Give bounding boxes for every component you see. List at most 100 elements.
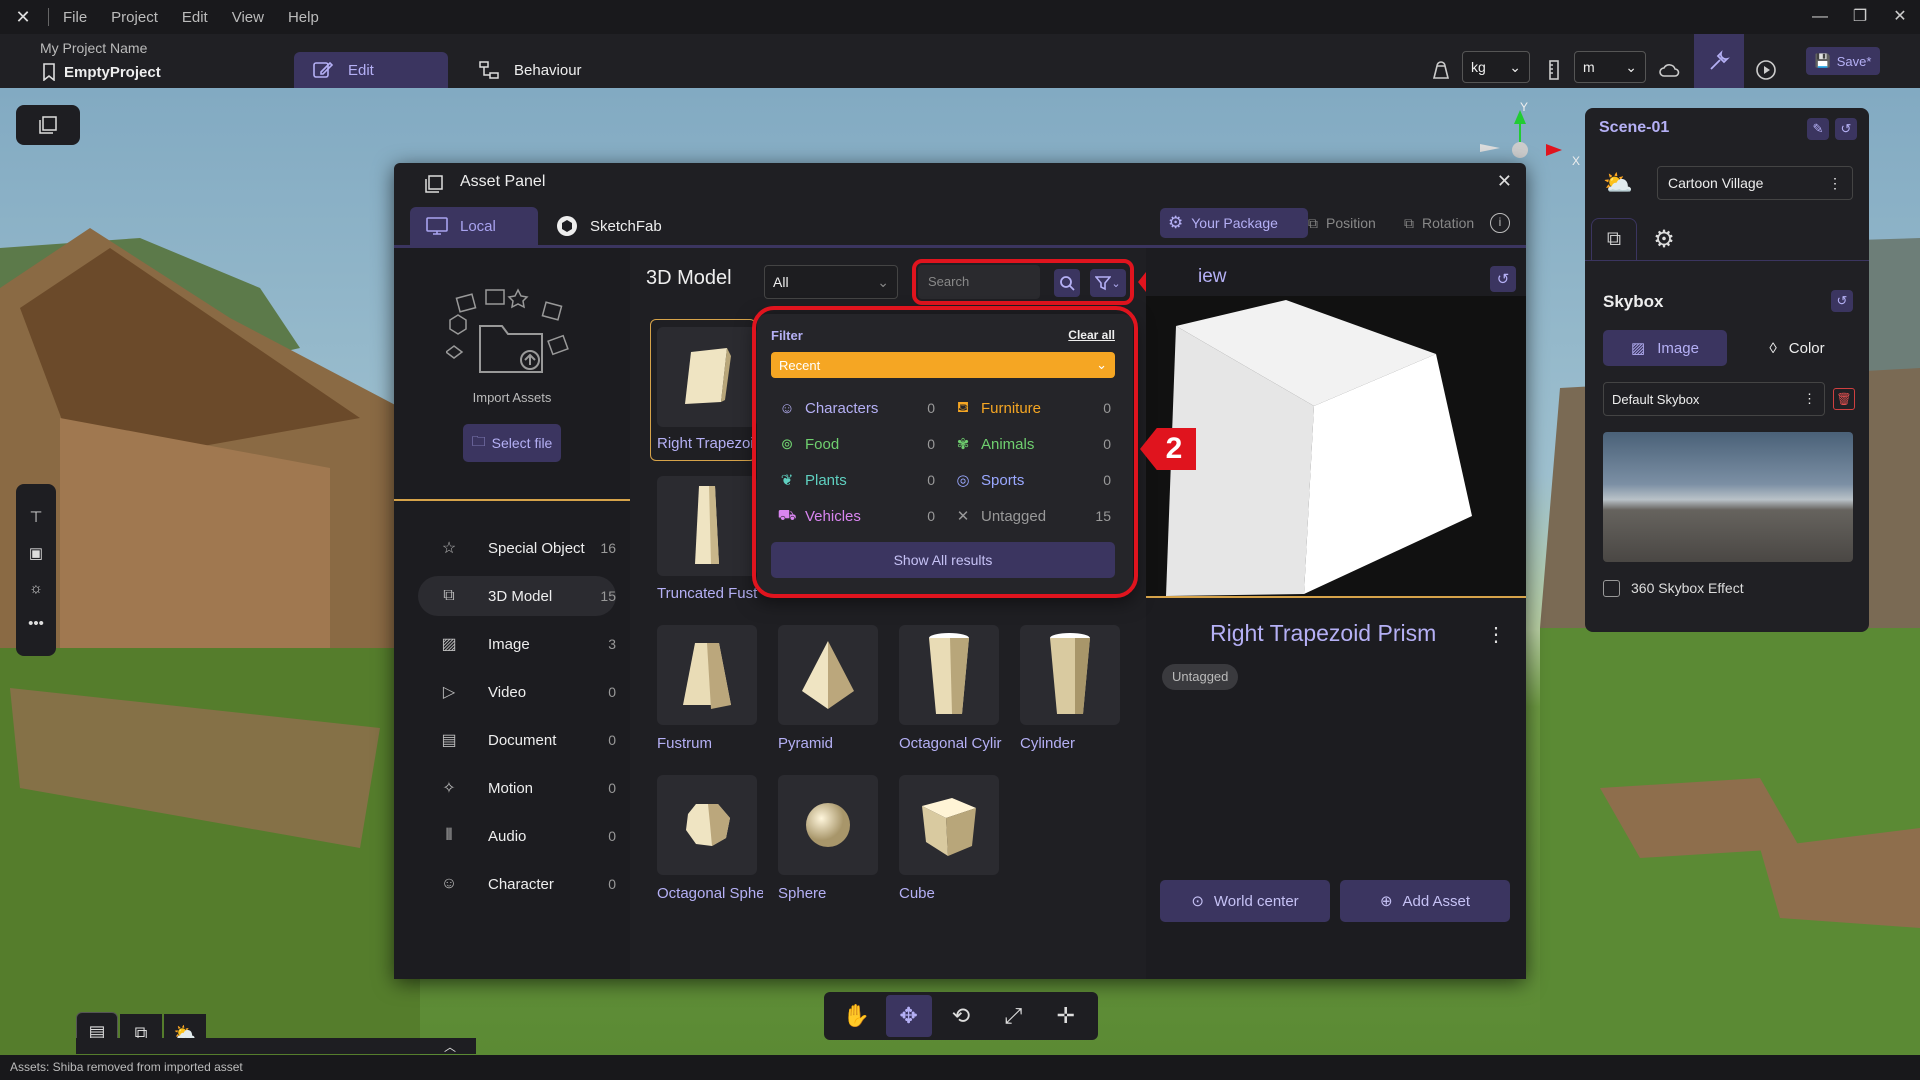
tools-icon[interactable] bbox=[1694, 34, 1744, 88]
tab-local-label: Local bbox=[460, 217, 496, 235]
category-count: 16 bbox=[600, 540, 616, 556]
model-label[interactable]: Octagonal Sphe bbox=[657, 885, 763, 902]
model-thumb[interactable] bbox=[899, 775, 999, 875]
skybox-360-checkbox[interactable] bbox=[1603, 580, 1620, 597]
reset-icon[interactable]: ↺ bbox=[1835, 118, 1857, 140]
environment-value: Cartoon Village bbox=[1668, 175, 1764, 191]
world-center-label: World center bbox=[1213, 892, 1299, 910]
move-icon[interactable]: ✥ bbox=[885, 995, 932, 1037]
model-thumb[interactable] bbox=[899, 625, 999, 725]
light-tool-icon[interactable]: ☼ bbox=[29, 580, 43, 597]
model-label[interactable]: Cube bbox=[899, 885, 1005, 902]
category-video[interactable]: ▷ Video 0 bbox=[418, 672, 616, 712]
your-package-button[interactable]: ⚙ Your Package bbox=[1160, 208, 1308, 238]
axis-gizmo[interactable]: Y X bbox=[1480, 88, 1590, 168]
hand-icon[interactable]: ✋ bbox=[833, 995, 879, 1037]
more-vertical-icon[interactable]: ⋮ bbox=[1486, 622, 1506, 647]
image-tool-icon[interactable]: ▣ bbox=[29, 544, 43, 562]
model-thumb[interactable] bbox=[1020, 625, 1120, 725]
type-filter-select[interactable]: All ⌄ bbox=[764, 265, 898, 299]
preview-title: Right Trapezoid Prism bbox=[1210, 620, 1437, 646]
position-icon: ⧉ bbox=[1308, 214, 1318, 231]
more-icon[interactable]: ••• bbox=[28, 615, 44, 632]
tab-scene-settings[interactable]: ⚙ bbox=[1641, 218, 1687, 260]
length-unit-select[interactable]: m ⌄ bbox=[1574, 51, 1646, 83]
skybox-color-tab[interactable]: ◊ Color bbox=[1735, 330, 1859, 366]
project-name: My Project Name bbox=[40, 40, 148, 56]
text-tool-icon[interactable]: ⊤ bbox=[29, 508, 42, 526]
environment-select[interactable]: Cartoon Village ⋮ bbox=[1657, 166, 1853, 200]
info-icon[interactable]: i bbox=[1490, 213, 1510, 233]
cube-icon: ⧉ bbox=[443, 587, 455, 604]
tab-sketchfab[interactable]: SketchFab bbox=[540, 207, 690, 245]
category-document[interactable]: ▤ Document 0 bbox=[418, 720, 616, 760]
layers-icon[interactable] bbox=[16, 105, 80, 145]
skybox-select[interactable]: Default Skybox ⋮ bbox=[1603, 382, 1825, 416]
weight-icon[interactable] bbox=[1425, 54, 1457, 86]
chevron-down-icon: ⌄ bbox=[877, 273, 889, 290]
close-icon[interactable]: ✕ bbox=[1497, 171, 1512, 192]
menu-view[interactable]: View bbox=[232, 9, 264, 26]
environment-icon: ⛅ bbox=[1603, 170, 1633, 197]
chevron-up-icon[interactable]: ︿ bbox=[76, 1038, 476, 1054]
category-motion[interactable]: ✧ Motion 0 bbox=[418, 768, 616, 808]
model-thumb[interactable] bbox=[657, 476, 757, 576]
play-icon: ▷ bbox=[442, 684, 456, 701]
tab-edit[interactable]: Edit bbox=[294, 52, 448, 88]
model-label[interactable]: Octagonal Cylir bbox=[899, 735, 1005, 752]
category-3d-model[interactable]: ⧉ 3D Model 15 bbox=[418, 576, 616, 616]
scale-icon[interactable]: ⤢ bbox=[990, 995, 1036, 1037]
rotation-button[interactable]: ⧉ Rotation bbox=[1396, 208, 1482, 238]
tab-behaviour[interactable]: Behaviour bbox=[460, 52, 620, 88]
play-icon[interactable] bbox=[1750, 54, 1782, 86]
add-asset-button[interactable]: ⊕ Add Asset bbox=[1340, 880, 1510, 922]
category-special-object[interactable]: ☆ Special Object 16 bbox=[418, 528, 616, 568]
model-label[interactable]: Truncated Fust bbox=[657, 585, 763, 602]
mass-unit-select[interactable]: kg ⌄ bbox=[1462, 51, 1530, 83]
model-label[interactable]: Pyramid bbox=[778, 735, 884, 752]
skybox-360-label: 360 Skybox Effect bbox=[1631, 580, 1744, 596]
axis-x-label: X bbox=[1572, 154, 1581, 168]
model-label[interactable]: Sphere bbox=[778, 885, 884, 902]
rotate-icon[interactable]: ⟲ bbox=[938, 995, 984, 1037]
divider bbox=[1146, 596, 1526, 598]
model-label[interactable]: Right Trapezoi bbox=[657, 435, 763, 452]
menu-file[interactable]: File bbox=[63, 9, 87, 26]
scene-title: Scene-01 bbox=[1599, 119, 1670, 136]
skybox-image-tab[interactable]: ▨ Image bbox=[1603, 330, 1727, 366]
category-image[interactable]: ▨ Image 3 bbox=[418, 624, 616, 664]
world-center-button[interactable]: ⊙ World center bbox=[1160, 880, 1330, 922]
edit-pencil-icon[interactable]: ✎ bbox=[1807, 118, 1829, 140]
position-button[interactable]: ⧉ Position bbox=[1300, 208, 1384, 238]
behaviour-icon bbox=[479, 61, 499, 79]
restore-icon[interactable]: ❐ bbox=[1840, 0, 1880, 34]
model-thumb[interactable] bbox=[778, 775, 878, 875]
model-thumb[interactable] bbox=[778, 625, 878, 725]
menu-project[interactable]: Project bbox=[111, 9, 158, 26]
select-file-button[interactable]: 🗀 Select file bbox=[463, 424, 561, 462]
category-character[interactable]: ☺ Character 0 bbox=[418, 864, 616, 904]
menu-edit[interactable]: Edit bbox=[182, 9, 208, 26]
project-title[interactable]: EmptyProject bbox=[42, 63, 161, 81]
category-audio[interactable]: ⦀ Audio 0 bbox=[418, 816, 616, 856]
reset-view-icon[interactable]: ↺ bbox=[1490, 266, 1516, 292]
reset-icon[interactable]: ↺ bbox=[1831, 290, 1853, 312]
model-thumb[interactable] bbox=[657, 775, 757, 875]
bookmark-icon bbox=[43, 63, 55, 81]
preview-viewport[interactable] bbox=[1146, 296, 1526, 596]
menu-help[interactable]: Help bbox=[288, 9, 319, 26]
minimize-icon[interactable]: — bbox=[1800, 0, 1840, 34]
save-button[interactable]: 💾 Save* bbox=[1806, 47, 1880, 75]
cloud-icon[interactable] bbox=[1654, 54, 1686, 86]
model-thumb[interactable] bbox=[657, 327, 757, 427]
crosshair-icon[interactable]: ✛ bbox=[1043, 995, 1089, 1037]
delete-icon[interactable]: 🗑 bbox=[1833, 388, 1855, 410]
ruler-icon[interactable] bbox=[1538, 54, 1570, 86]
model-thumb[interactable] bbox=[657, 625, 757, 725]
tab-local[interactable]: Local bbox=[410, 207, 538, 245]
model-label[interactable]: Cylinder bbox=[1020, 735, 1126, 752]
tab-scene-objects[interactable]: ⧉ bbox=[1591, 218, 1637, 260]
model-label[interactable]: Fustrum bbox=[657, 735, 763, 752]
annotation-box-1 bbox=[912, 259, 1134, 305]
close-window-icon[interactable]: ✕ bbox=[1880, 0, 1920, 34]
